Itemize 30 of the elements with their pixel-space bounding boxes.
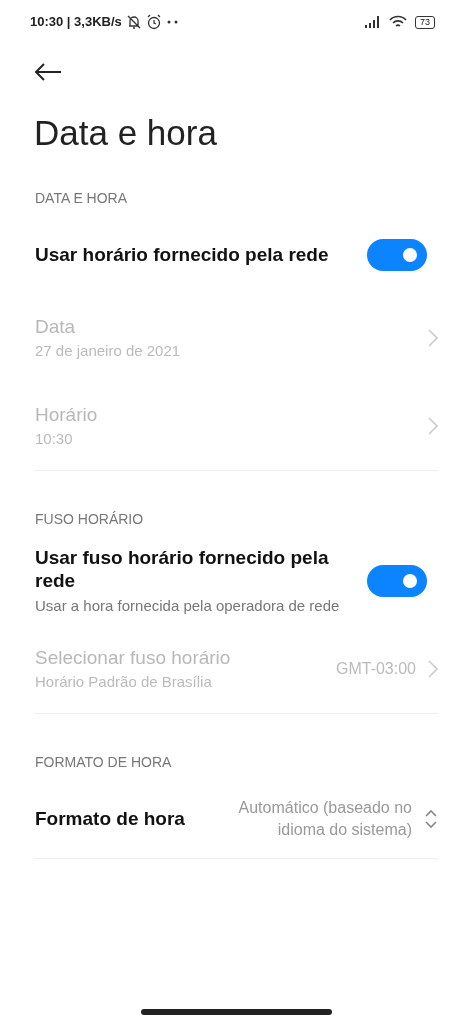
setting-value: Automático (baseado no idioma do sistema) <box>237 797 412 840</box>
setting-value: GMT-03:00 <box>335 658 416 679</box>
section-header: FUSO HORÁRIO <box>34 509 145 529</box>
setting-label: Data <box>35 314 77 339</box>
chevron-icon <box>428 329 438 347</box>
back-icon[interactable] <box>34 63 62 81</box>
setting-label: Horário <box>35 402 99 427</box>
setting-description: Horário Padrão de Brasília <box>35 672 213 693</box>
chevron-icon <box>428 660 438 678</box>
toggle-switch[interactable] <box>367 239 427 271</box>
setting-description: 27 de janeiro de 2021 <box>35 341 182 362</box>
more-icon <box>165 20 180 24</box>
setting-label: Usar horário fornecido pela rede <box>35 243 330 267</box>
toggle-switch[interactable] <box>367 565 427 597</box>
muted-bell-icon <box>125 14 142 30</box>
battery-icon: 73 <box>415 15 435 29</box>
setting-description: 10:30 <box>35 429 74 450</box>
setting-description: Usar a hora fornecida pela operadora de rede <box>35 596 341 617</box>
alarm-icon <box>145 14 162 30</box>
section-header: DATA E HORA <box>34 188 129 208</box>
up-down-icon <box>424 808 438 830</box>
setting-label: Selecionar fuso horário <box>35 645 232 670</box>
page-title: Data e hora <box>33 112 218 154</box>
status-text: 10:30 | 3,3KB/s <box>30 13 122 32</box>
setting-label: Formato de hora <box>35 807 186 831</box>
section-header: FORMATO DE HORA <box>34 752 173 772</box>
signal-icon <box>365 16 381 28</box>
setting-label: Usar fuso horário fornecido pela rede <box>35 545 330 594</box>
chevron-icon <box>428 417 438 435</box>
wifi-icon <box>389 15 407 29</box>
